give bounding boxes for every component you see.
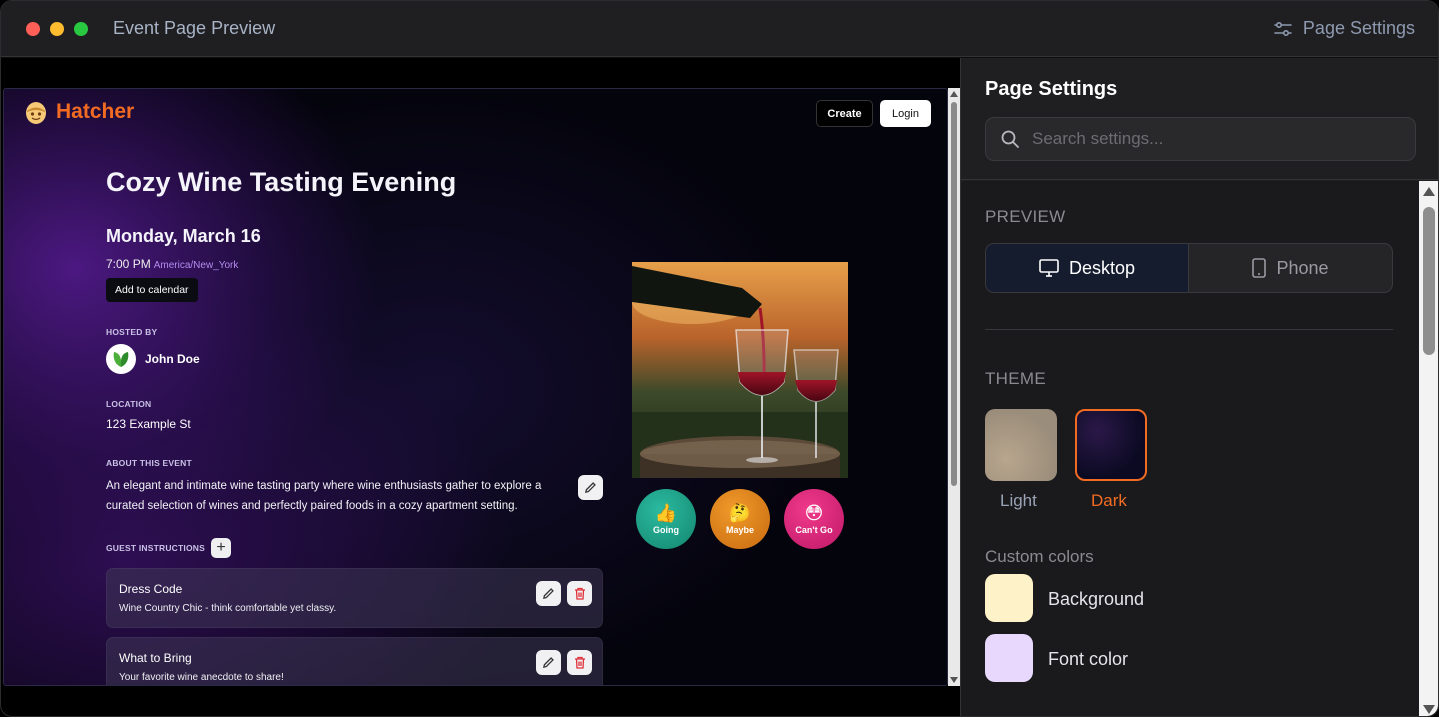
brand-name: Hatcher [56,100,135,123]
event-date: Monday, March 16 [106,226,261,246]
flushed-face-icon: 😳 [804,503,824,523]
scroll-up-arrow-icon[interactable] [950,91,958,97]
settings-title: Page Settings [985,78,1118,100]
theme-light-swatch[interactable] [985,409,1057,481]
rsvp-label: Can't Go [795,525,833,535]
settings-scrollbar[interactable] [1419,181,1438,716]
edit-instruction-button[interactable] [536,650,561,675]
delete-instruction-button[interactable] [567,581,592,606]
event-time: 7:00 PM [106,257,151,271]
page-settings-label: Page Settings [1302,18,1415,38]
guest-instructions-label: GUEST INSTRUCTIONS [106,543,205,553]
pencil-icon [542,588,554,600]
rsvp-cant-go-button[interactable]: 😳 Can't Go [784,489,844,549]
pencil-icon [584,482,596,494]
theme-light-label: Light [1000,491,1037,510]
about-text: An elegant and intimate wine tasting par… [106,480,542,512]
divider [985,329,1393,330]
add-instruction-button[interactable]: + [211,538,231,558]
trash-icon [574,656,585,669]
maximize-window-button[interactable] [74,22,88,36]
host-avatar [106,344,136,374]
sliders-icon [1274,21,1292,36]
phone-icon [1252,258,1267,278]
instruction-card: Dress Code Wine Country Chic - think com… [106,568,603,628]
preview-section-label: PREVIEW [985,207,1066,226]
thumbs-up-icon: 👍 [654,503,678,523]
event-timezone: America/New_York [153,260,239,271]
event-page: Hatcher Create Login Cozy Wine Tasting E… [3,88,948,686]
event-title: Cozy Wine Tasting Evening [106,167,457,197]
event-time-row: 7:00 PM America/New_York [106,257,238,271]
settings-search[interactable] [985,117,1416,161]
phone-option-label: Phone [1276,257,1329,278]
background-color-swatch[interactable] [985,574,1033,622]
theme-section-label: THEME [985,369,1046,388]
trash-icon [574,587,585,600]
thinking-face-icon: 🤔 [728,503,752,523]
preview-scroll-thumb[interactable] [951,102,957,486]
scroll-down-arrow-icon[interactable] [950,677,958,683]
instruction-desc: Wine Country Chic - think comfortable ye… [119,603,337,614]
brand[interactable]: Hatcher [24,99,134,125]
theme-dark-swatch[interactable] [1075,409,1147,481]
theme-dark-label: Dark [1091,491,1127,510]
wine-pour-image-icon [632,262,848,478]
about-label: ABOUT THIS EVENT [106,458,192,468]
phone-option[interactable]: Phone [1189,244,1392,292]
font-color-swatch[interactable] [985,634,1033,682]
location-label: LOCATION [106,399,152,409]
event-image [632,262,848,478]
custom-colors-label: Custom colors [985,547,1094,566]
rsvp-maybe-button[interactable]: 🤔 Maybe [710,489,770,549]
rsvp-going-button[interactable]: 👍 Going [636,489,696,549]
preview-device-toggle: Desktop Phone [985,243,1393,293]
title-bar: Event Page Preview Page Settings [1,1,1438,57]
page-settings-toggle[interactable]: Page Settings [1273,18,1415,39]
rsvp-label: Maybe [725,525,754,535]
scroll-up-arrow-icon[interactable] [1423,187,1435,196]
settings-scroll-thumb[interactable] [1423,207,1435,355]
edit-about-button[interactable] [578,475,603,500]
instruction-title: What to Bring [119,651,192,665]
instruction-card: What to Bring Your favorite wine anecdot… [106,637,603,685]
settings-body: PREVIEW Desktop Phone THEME Light Dark C… [961,181,1438,716]
background-color-label: Background [1048,589,1145,609]
preview-pane: Hatcher Create Login Cozy Wine Tasting E… [1,58,960,716]
font-color-label: Font color [1048,649,1129,669]
app-window: Event Page Preview Page Settings Hatcher… [0,0,1439,717]
window-title: Event Page Preview [113,18,276,38]
rsvp-label: Going [653,525,679,535]
edit-instruction-button[interactable] [536,581,561,606]
desktop-option[interactable]: Desktop [986,244,1189,292]
search-icon [1001,130,1019,148]
event-location: 123 Example St [106,417,191,431]
leaf-icon [113,352,129,367]
hatcher-logo-icon [26,102,46,124]
close-window-button[interactable] [26,22,40,36]
minimize-window-button[interactable] [50,22,64,36]
host-name: John Doe [145,352,200,366]
add-to-calendar-button[interactable]: Add to calendar [106,278,198,302]
preview-scrollbar[interactable] [948,88,960,686]
desktop-option-label: Desktop [1068,257,1136,278]
instruction-desc: Your favorite wine anecdote to share! [119,672,284,683]
pencil-icon [542,657,554,669]
settings-search-input[interactable] [1032,129,1392,149]
guest-instructions-header: GUEST INSTRUCTIONS + [106,538,231,558]
login-button[interactable]: Login [880,100,931,127]
settings-pane: Page Settings PREVIEW Desktop Phone THEM… [960,58,1438,716]
create-button[interactable]: Create [816,100,873,127]
settings-header: Page Settings [961,58,1438,180]
monitor-icon [1039,259,1059,277]
scroll-down-arrow-icon[interactable] [1423,705,1435,714]
hosted-by-label: HOSTED BY [106,327,158,337]
delete-instruction-button[interactable] [567,650,592,675]
instruction-title: Dress Code [119,582,183,596]
